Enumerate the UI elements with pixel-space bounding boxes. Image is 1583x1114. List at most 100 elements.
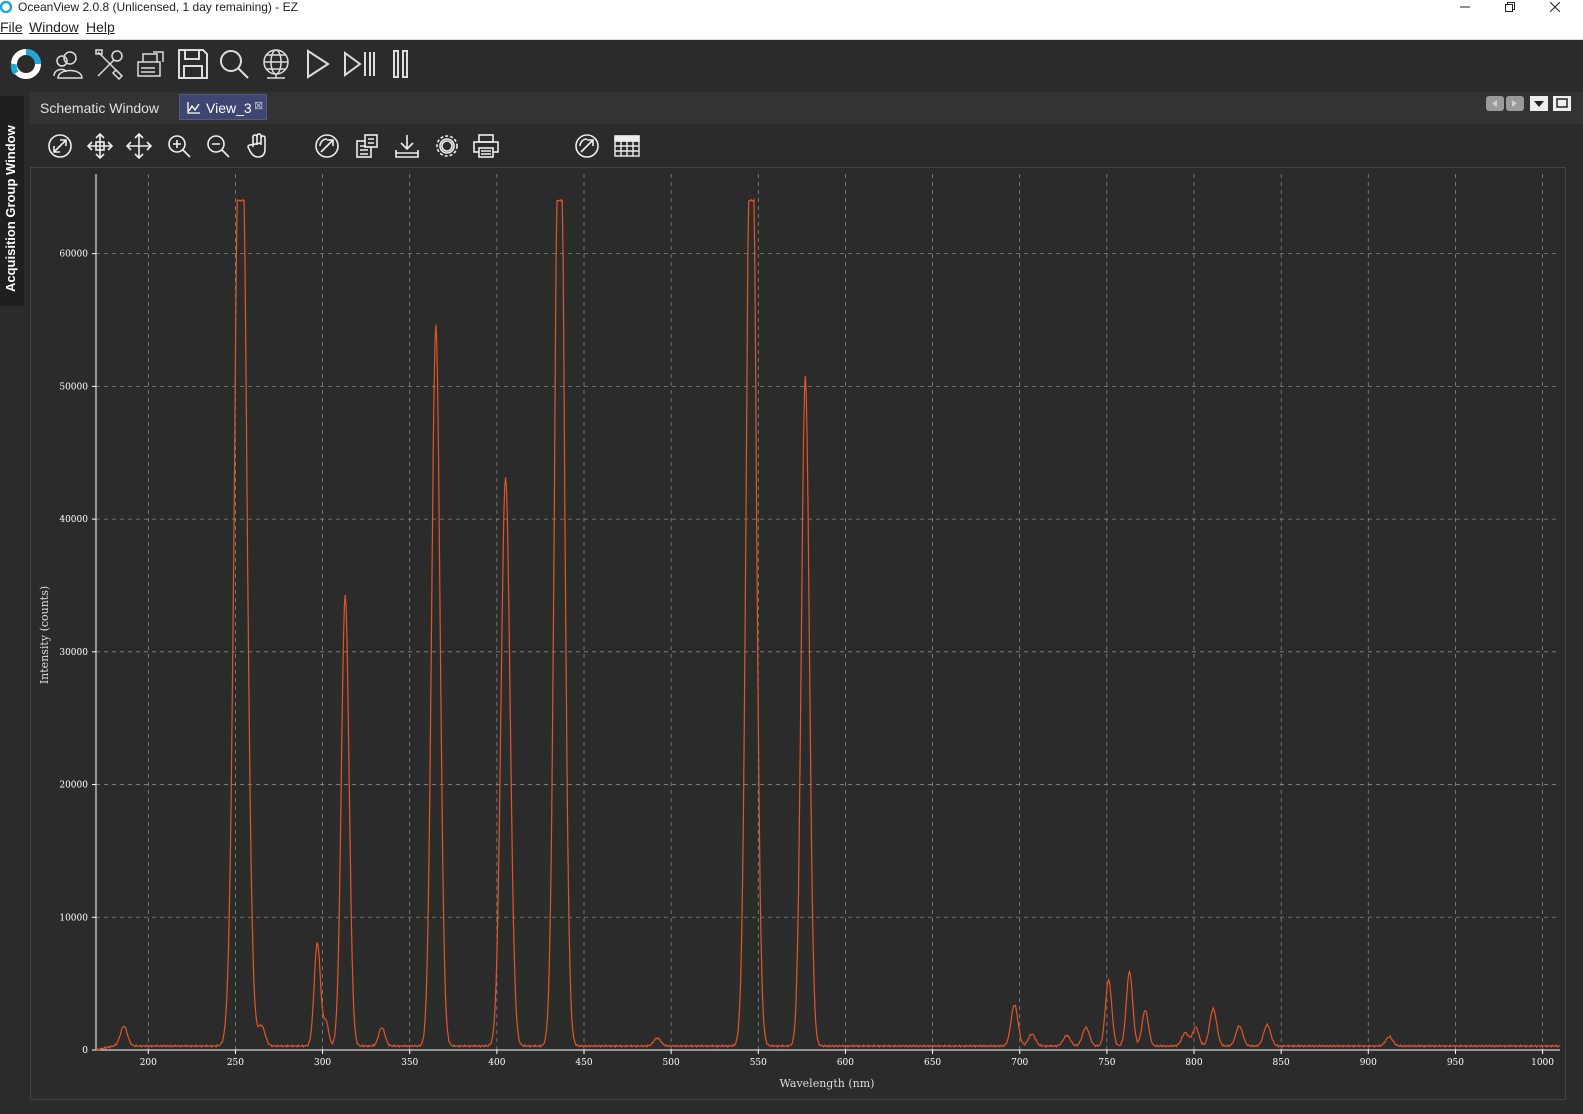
close-window-button[interactable] — [1540, 0, 1570, 14]
y-tick-label: 50000 — [59, 382, 88, 392]
search-icon — [220, 50, 249, 79]
tab-navigation — [1486, 96, 1583, 117]
menu-window[interactable]: Window — [29, 19, 79, 35]
app-logo-icon — [0, 1, 12, 13]
y-tick-label: 10000 — [59, 913, 88, 923]
pause-button[interactable] — [382, 45, 420, 83]
x-axis-title: Wavelength (nm) — [780, 1077, 875, 1090]
tab-view-3[interactable]: View_3 ⊠ — [179, 94, 267, 120]
x-tick-label: 700 — [1011, 1058, 1028, 1068]
x-tick-label: 750 — [1098, 1058, 1115, 1068]
save-button[interactable] — [174, 45, 212, 83]
globe-icon — [263, 49, 289, 79]
restore-button[interactable] — [1495, 0, 1525, 14]
x-tick-label: 350 — [401, 1058, 418, 1068]
auto-scale-button[interactable] — [46, 132, 74, 160]
pan-button[interactable] — [244, 132, 272, 160]
scale-horizontal-icon — [87, 133, 113, 159]
x-tick-label: 250 — [227, 1058, 244, 1068]
y-tick-label: 0 — [82, 1046, 88, 1056]
export-icon — [137, 51, 164, 77]
play-icon — [307, 49, 330, 79]
restore-icon — [1505, 2, 1515, 12]
y-tick-label: 60000 — [59, 250, 88, 260]
y-tick-label: 40000 — [59, 515, 88, 525]
spectrometer-user-button[interactable] — [49, 45, 87, 83]
export-button[interactable] — [132, 45, 170, 83]
tab-schematic-window[interactable]: Schematic Window — [40, 100, 159, 116]
plot-toolbar — [30, 124, 1583, 168]
zoom-out-button[interactable] — [204, 132, 232, 160]
x-tick-label: 450 — [575, 1058, 592, 1068]
tools-icon — [95, 49, 124, 80]
window-title: OceanView 2.0.8 (Unlicensed, 1 day remai… — [18, 0, 298, 14]
single-step-button[interactable] — [340, 45, 378, 83]
x-tick-label: 400 — [488, 1058, 505, 1068]
scale-horizontal-button[interactable] — [86, 132, 114, 160]
y-tick-label: 20000 — [59, 781, 88, 791]
y-tick-label: 30000 — [59, 648, 88, 658]
print-icon — [473, 134, 499, 158]
spectrometer-user-icon — [53, 51, 83, 79]
y-axis-title: Intensity (counts) — [38, 586, 51, 684]
search-button[interactable] — [215, 45, 253, 83]
tab-list-dropdown-icon[interactable] — [1530, 96, 1548, 111]
title-bar: OceanView 2.0.8 (Unlicensed, 1 day remai… — [0, 0, 1583, 16]
x-tick-label: 900 — [1360, 1058, 1377, 1068]
scroll-left-icon[interactable] — [1486, 96, 1504, 111]
x-tick-label: 200 — [140, 1058, 157, 1068]
oceanview-logo-icon — [10, 49, 41, 79]
graph-icon — [187, 102, 200, 114]
graph-refresh-button[interactable] — [573, 132, 601, 160]
spectrum-trace — [95, 197, 1561, 1051]
play-button[interactable] — [298, 45, 336, 83]
settings-button[interactable] — [433, 132, 461, 160]
scale-vertical-icon — [126, 133, 152, 159]
table-view-button[interactable] — [613, 132, 641, 160]
minimize-icon — [1460, 6, 1470, 8]
x-tick-label: 850 — [1273, 1058, 1290, 1068]
minimize-button[interactable] — [1450, 0, 1480, 14]
zoom-in-button[interactable] — [165, 132, 193, 160]
step-icon — [344, 51, 375, 77]
x-tick-label: 550 — [750, 1058, 767, 1068]
menu-bar: File Window Help — [0, 16, 1583, 40]
x-tick-label: 300 — [314, 1058, 331, 1068]
save-icon — [178, 49, 208, 79]
settings-icon — [436, 135, 458, 157]
overlay-button[interactable] — [353, 132, 381, 160]
spectrum-chart[interactable]: 200 250 300 350 400 450 500 550 600 650 700 750 800 8… — [30, 167, 1566, 1100]
graph-refresh-icon — [575, 134, 599, 158]
refresh-button[interactable] — [313, 132, 341, 160]
x-tick-label: 1000 — [1531, 1058, 1554, 1068]
tools-button[interactable] — [91, 45, 129, 83]
pause-icon — [393, 50, 408, 78]
print-button[interactable] — [472, 132, 500, 160]
x-tick-label: 500 — [663, 1058, 680, 1068]
zoom-out-icon — [207, 135, 230, 158]
globe-button[interactable] — [257, 45, 295, 83]
download-icon — [395, 135, 419, 158]
menu-file[interactable]: File — [0, 19, 23, 35]
refresh-icon — [315, 134, 339, 158]
download-button[interactable] — [393, 132, 421, 160]
x-tick-label: 950 — [1447, 1058, 1464, 1068]
x-tick-label: 600 — [837, 1058, 854, 1068]
table-icon — [614, 135, 640, 157]
oceanview-home-button[interactable] — [7, 45, 45, 83]
scroll-right-icon[interactable] — [1506, 96, 1524, 111]
menu-help[interactable]: Help — [86, 19, 115, 35]
scale-vertical-button[interactable] — [125, 132, 153, 160]
close-tab-icon[interactable]: ⊠ — [254, 99, 263, 112]
auto-scale-icon — [48, 134, 72, 158]
x-tick-label: 650 — [924, 1058, 941, 1068]
overlay-icon — [356, 134, 378, 158]
close-icon — [1550, 2, 1560, 12]
acquisition-group-label[interactable]: Acquisition Group Window — [3, 125, 18, 292]
zoom-in-icon — [168, 135, 191, 158]
maximize-panel-icon[interactable] — [1553, 96, 1571, 111]
x-tick-label: 800 — [1185, 1058, 1202, 1068]
main-toolbar — [0, 40, 1583, 88]
tab-view-3-label: View_3 — [206, 100, 252, 116]
pan-icon — [247, 133, 266, 158]
